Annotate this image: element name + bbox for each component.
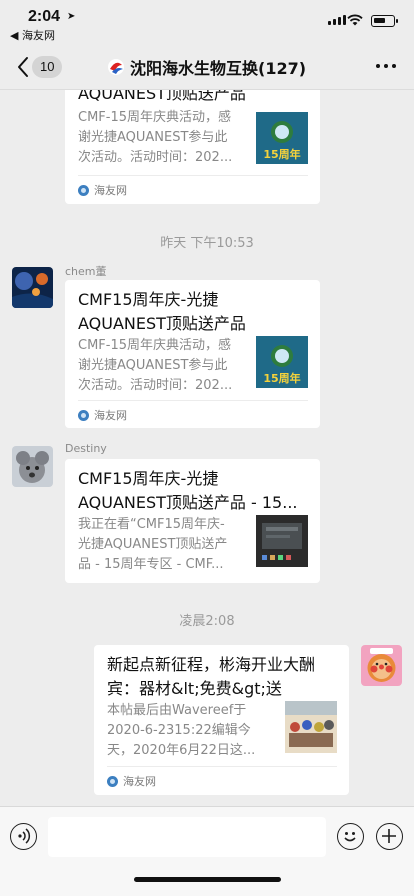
card-thumbnail: 15周年: [256, 112, 308, 164]
unread-count-badge[interactable]: 10: [32, 56, 63, 78]
shared-link-card[interactable]: 新起点新征程，彬海开业大酬 宾：器材&lt;免费&gt;送 本帖最后由Wavere…: [94, 645, 349, 795]
battery-icon: [371, 15, 398, 27]
avatar[interactable]: [12, 267, 53, 308]
card-divider: [107, 766, 337, 767]
source-icon: [78, 409, 89, 421]
card-title: AQUANEST顶贴送产品: [78, 90, 246, 103]
emoji-icon[interactable]: [337, 823, 364, 850]
card-description: CMF-15周年庆典活动，感 谢光捷AQUANEST参与此 次活动。活动时间：202…: [78, 338, 233, 393]
more-options-icon[interactable]: [376, 64, 396, 68]
card-description: 我正在看“CMF15周年庆- 光捷AQUANEST顶贴送产品 - 15周年专区 -…: [78, 517, 228, 572]
card-source: 海友网: [78, 407, 127, 423]
timestamp: 凌晨2:08: [179, 614, 235, 629]
voice-icon[interactable]: [10, 823, 37, 850]
source-icon: [78, 184, 89, 196]
timestamp: 昨天 下午10:53: [160, 236, 254, 251]
group-logo-icon: [108, 59, 124, 75]
source-icon: [107, 775, 118, 787]
card-thumbnail: [285, 701, 337, 753]
card-description: CMF-15周年庆典活动，感 谢光捷AQUANEST参与此 次活动。活动时间：202…: [78, 110, 233, 165]
shared-link-card[interactable]: AQUANEST顶贴送产品 CMF-15周年庆典活动，感 谢光捷AQUANEST参…: [65, 90, 320, 204]
plus-icon[interactable]: [376, 823, 403, 850]
svg-text:15周年: 15周年: [263, 371, 300, 385]
card-thumbnail: [256, 515, 308, 567]
status-time: 2:04: [28, 8, 61, 25]
card-source: 海友网: [78, 182, 127, 198]
avatar[interactable]: [361, 645, 402, 686]
message-list[interactable]: AQUANEST顶贴送产品 CMF-15周年庆典活动，感 谢光捷AQUANEST参…: [0, 90, 414, 806]
home-indicator: [134, 877, 281, 882]
card-title: CMF15周年庆-光捷 AQUANEST顶贴送产品 - 15...: [78, 469, 298, 512]
card-description: 本帖最后由Wavereef于 2020-6-2315:22编辑今 天，2020年6月…: [107, 703, 256, 758]
card-source: 海友网: [107, 773, 156, 789]
location-arrow-icon: ➤: [67, 11, 76, 22]
message-input-bar: [0, 806, 414, 896]
avatar[interactable]: [12, 446, 53, 487]
card-thumbnail: 15周年: [256, 336, 308, 388]
chat-title-text: 沈阳海水生物互换(127): [130, 59, 307, 78]
status-bar: 2:04 ➤ ◀ 海友网: [0, 0, 414, 44]
shared-link-card[interactable]: CMF15周年庆-光捷 AQUANEST顶贴送产品 - 15... 我正在看“CM…: [65, 459, 320, 583]
message-text-field[interactable]: [48, 817, 326, 857]
card-divider: [78, 175, 308, 176]
shared-link-card[interactable]: CMF15周年庆-光捷 AQUANEST顶贴送产品 CMF-15周年庆典活动，感谢…: [65, 280, 320, 428]
wifi-icon: [347, 14, 363, 26]
chat-header: 10 沈阳海水生物互换(127): [0, 44, 414, 90]
cellular-signal-icon: [328, 15, 346, 25]
card-title: 新起点新征程，彬海开业大酬 宾：器材&lt;免费&gt;送: [107, 655, 316, 698]
sender-name: chem董: [65, 265, 107, 278]
sender-name: Destiny: [65, 442, 107, 455]
card-title: CMF15周年庆-光捷 AQUANEST顶贴送产品: [78, 290, 246, 333]
card-divider: [78, 400, 308, 401]
chat-title: 沈阳海水生物互换(127): [106, 55, 306, 79]
back-to-app-link[interactable]: ◀ 海友网: [10, 27, 55, 43]
svg-text:15周年: 15周年: [263, 147, 300, 161]
